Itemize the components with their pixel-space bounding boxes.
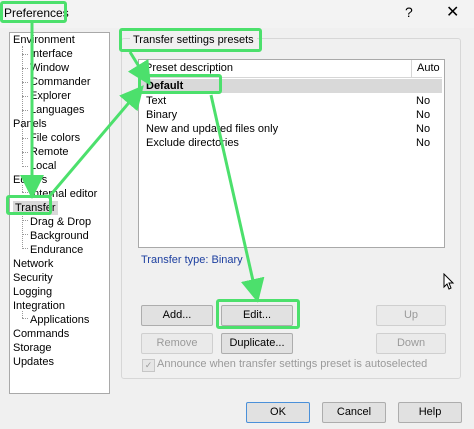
annotation-arrows (20, 22, 265, 303)
arrow-transfer-to-presets (46, 85, 144, 199)
arrow-presets-to-default (127, 51, 151, 86)
arrow-default-to-edit (209, 94, 265, 303)
